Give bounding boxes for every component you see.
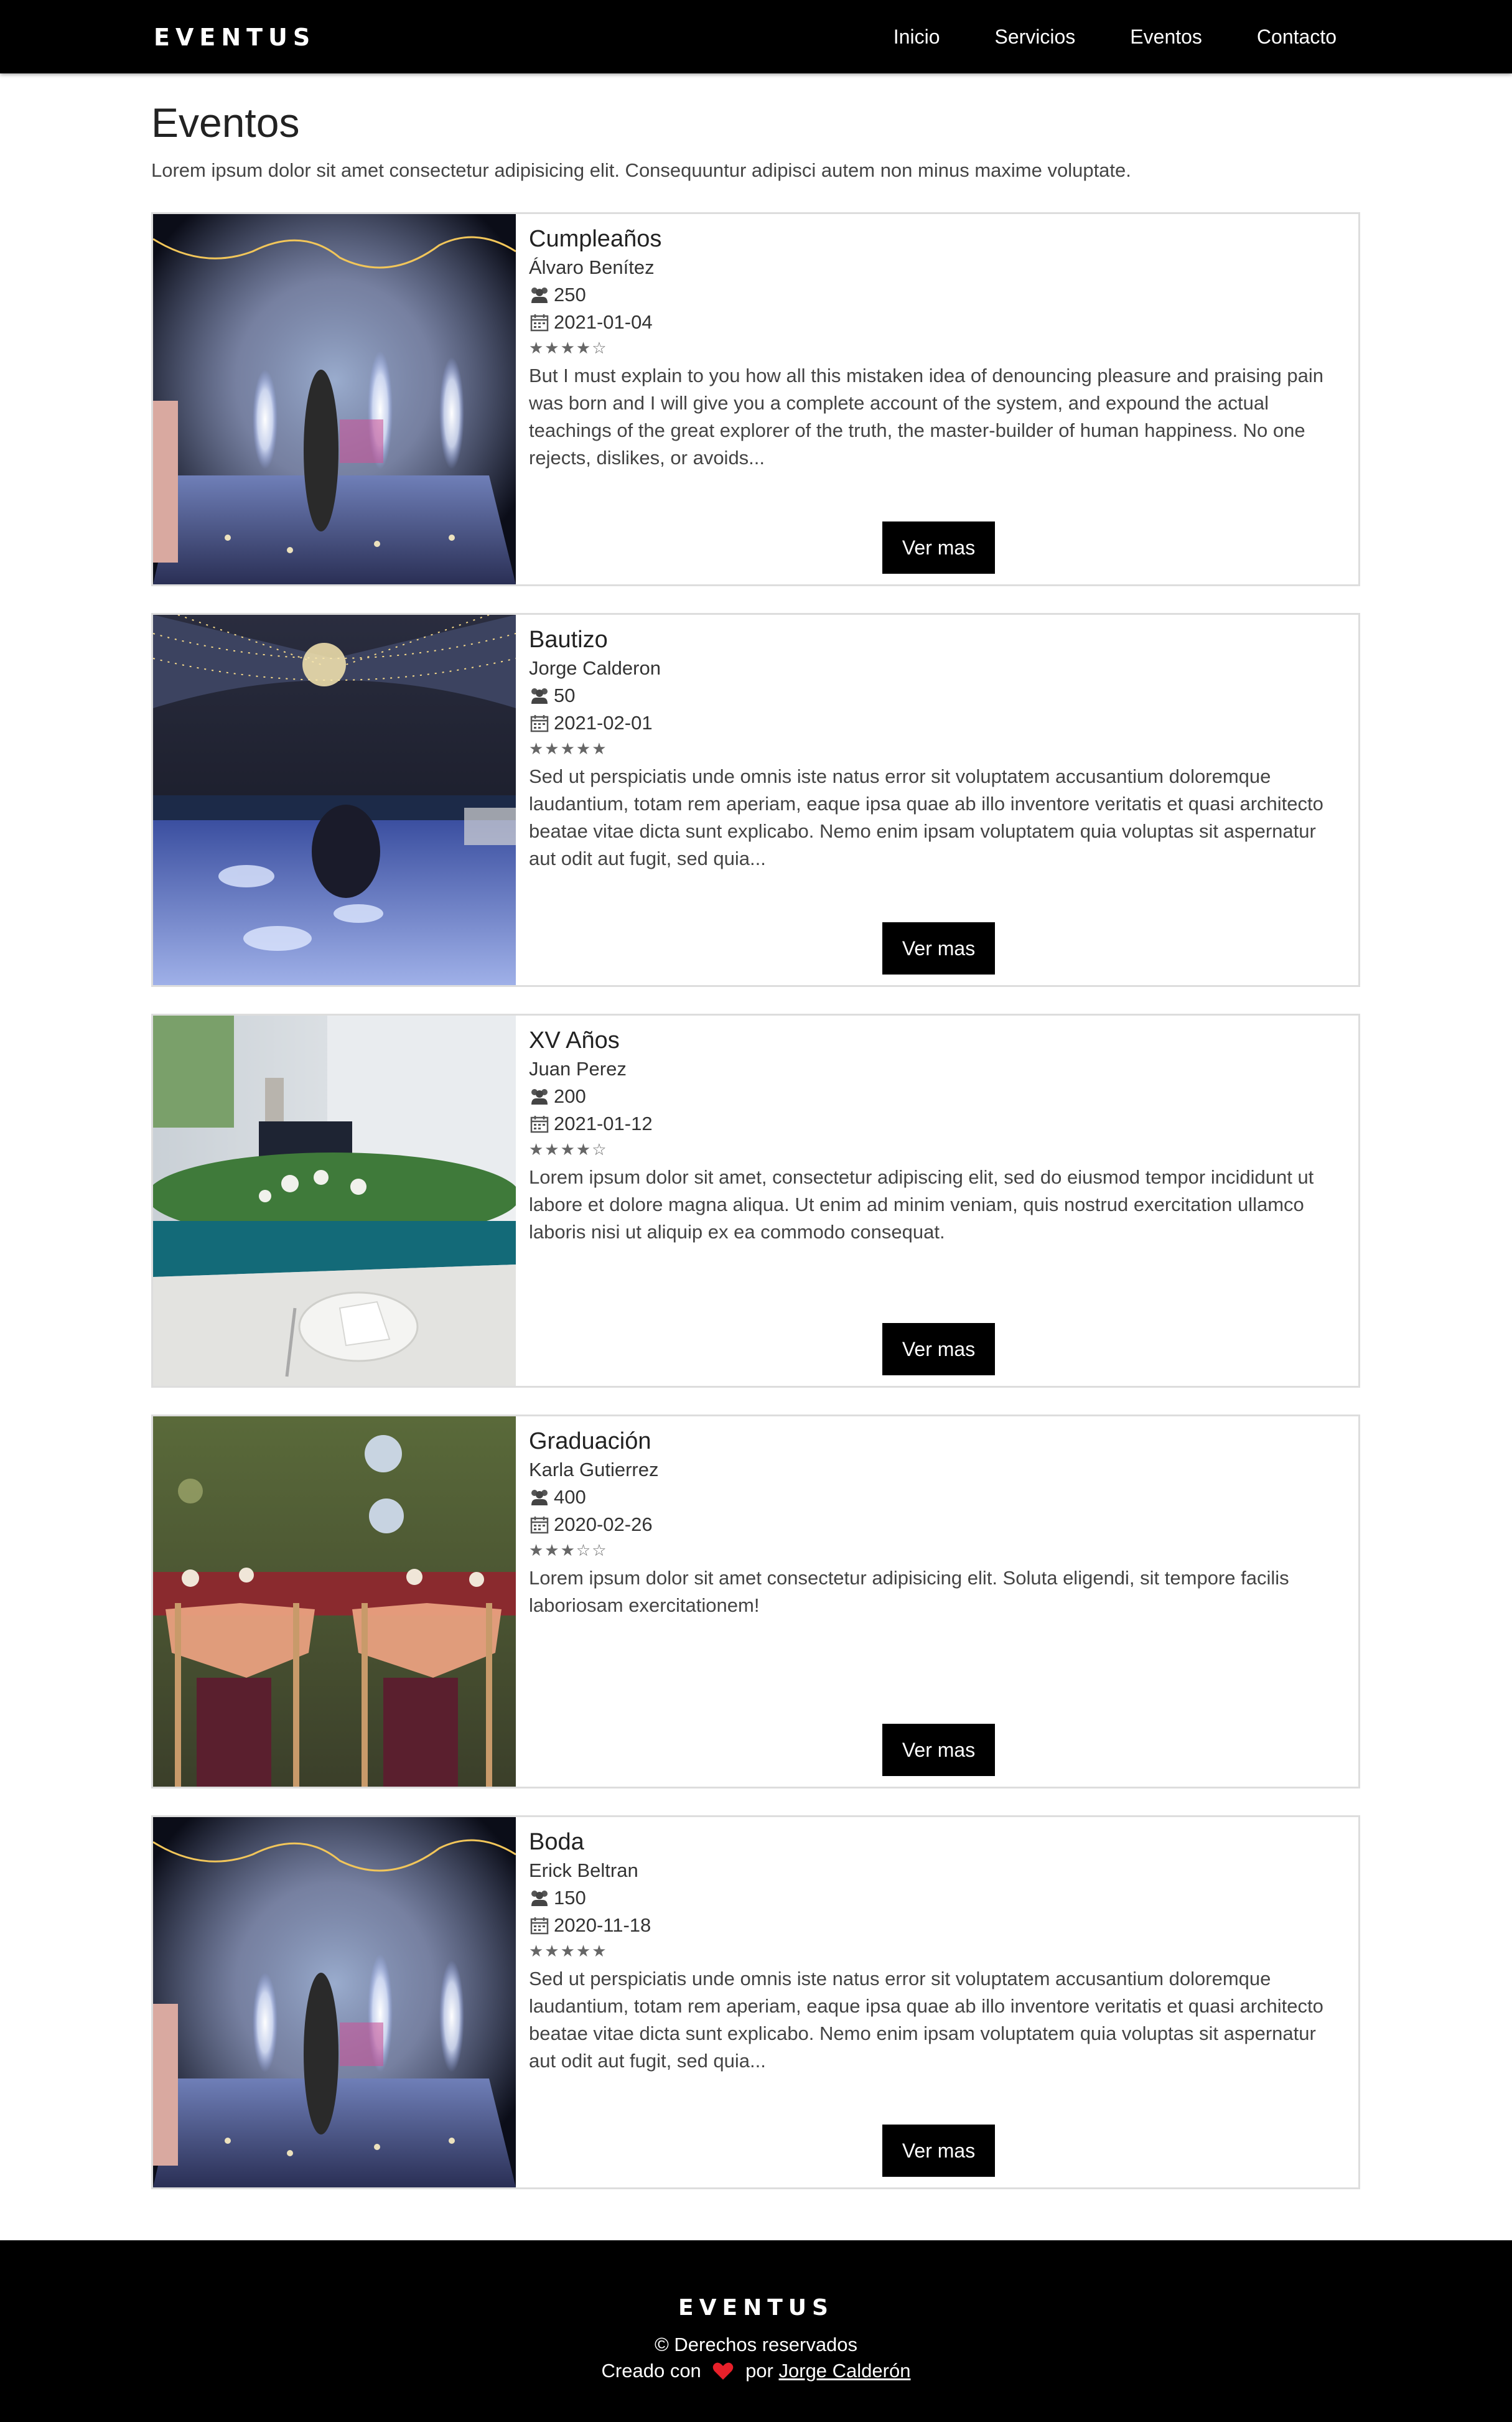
event-author: Álvaro Benítez	[529, 256, 655, 278]
footer: EVENTUS © Derechos reservados Creado con…	[0, 2240, 1512, 2422]
event-guests: 150	[529, 1884, 1344, 1912]
footer-brand-logo: EVENTUS	[678, 2295, 834, 2321]
event-title: Boda	[529, 1829, 584, 1855]
event-title: Graduación	[529, 1428, 651, 1454]
event-description: Lorem ipsum dolor sit amet, consectetur …	[529, 1166, 1314, 1243]
footer-created-with: Creado con	[601, 2360, 701, 2382]
brand-logo[interactable]: EVENTUS	[154, 24, 315, 51]
footer-credit: Creado con por Jorge Calderón	[0, 2359, 1512, 2383]
event-details: Graduación Karla Gutierrez 400 2020-02-2…	[529, 1426, 1344, 1619]
event-date: 2020-02-26	[529, 1511, 1344, 1538]
event-guests-count: 400	[554, 1486, 586, 1508]
event-description: Sed ut perspiciatis unde omnis iste natu…	[529, 765, 1323, 869]
event-guests: 400	[529, 1484, 1344, 1511]
event-photo	[153, 214, 516, 584]
event-date: 2021-01-12	[529, 1110, 1344, 1138]
ver-mas-button[interactable]: Ver mas	[882, 1724, 995, 1776]
event-title: XV Años	[529, 1027, 620, 1054]
footer-by: por	[745, 2360, 773, 2382]
rating-stars: ★★★★★	[529, 740, 608, 759]
event-guests: 200	[529, 1083, 1344, 1110]
event-author: Karla Gutierrez	[529, 1459, 659, 1480]
users-icon	[531, 1490, 548, 1505]
ver-mas-button[interactable]: Ver mas	[882, 521, 995, 574]
event-details: Bautizo Jorge Calderon 50 2021-02-01 ★★★…	[529, 625, 1344, 872]
event-description: But I must explain to you how all this m…	[529, 365, 1323, 469]
event-date-value: 2021-02-01	[554, 712, 653, 734]
nav-link-eventos[interactable]: Eventos	[1130, 26, 1202, 49]
users-icon	[531, 1089, 548, 1105]
event-photo	[153, 615, 516, 985]
ver-mas-button[interactable]: Ver mas	[882, 2125, 995, 2177]
event-title: Bautizo	[529, 627, 608, 653]
ver-mas-button[interactable]: Ver mas	[882, 1323, 995, 1375]
event-details: Cumpleaños Álvaro Benítez 250 2021-01-04…	[529, 224, 1344, 472]
calendar-icon	[530, 715, 549, 732]
event-author: Jorge Calderon	[529, 657, 661, 679]
users-icon	[531, 688, 548, 704]
event-details: XV Años Juan Perez 200 2021-01-12 ★★★★☆ …	[529, 1026, 1344, 1246]
event-guests-count: 250	[554, 284, 586, 306]
event-date-value: 2021-01-12	[554, 1113, 653, 1134]
event-photo	[153, 1416, 516, 1787]
navbar: EVENTUS Inicio Servicios Eventos Contact…	[0, 0, 1512, 73]
event-date-value: 2020-02-26	[554, 1513, 653, 1535]
event-date: 2021-01-04	[529, 309, 1344, 336]
event-card: Cumpleaños Álvaro Benítez 250 2021-01-04…	[151, 212, 1360, 586]
rating-stars: ★★★★☆	[529, 339, 608, 358]
event-date: 2021-02-01	[529, 709, 1344, 737]
footer-rights: © Derechos reservados	[654, 2334, 858, 2355]
event-description: Lorem ipsum dolor sit amet consectetur a…	[529, 1567, 1289, 1616]
rating-stars: ★★★☆☆	[529, 1541, 608, 1560]
intro-text: Lorem ipsum dolor sit amet consectetur a…	[151, 159, 1131, 181]
event-title: Cumpleaños	[529, 226, 662, 252]
event-card: XV Años Juan Perez 200 2021-01-12 ★★★★☆ …	[151, 1014, 1360, 1388]
event-author: Erick Beltran	[529, 1859, 638, 1881]
ver-mas-button[interactable]: Ver mas	[882, 922, 995, 975]
event-details: Boda Erick Beltran 150 2020-11-18 ★★★★★ …	[529, 1827, 1344, 2075]
footer-author-link[interactable]: Jorge Calderón	[779, 2360, 911, 2382]
event-date: 2020-11-18	[529, 1912, 1344, 1939]
users-icon	[531, 288, 548, 303]
users-icon	[531, 1891, 548, 1906]
calendar-icon	[530, 1517, 549, 1534]
rating-stars: ★★★★☆	[529, 1141, 608, 1159]
nav-link-contacto[interactable]: Contacto	[1257, 26, 1337, 49]
event-card: Boda Erick Beltran 150 2020-11-18 ★★★★★ …	[151, 1815, 1360, 2189]
nav-links: Inicio Servicios Eventos Contacto	[894, 0, 1337, 73]
event-photo	[153, 1016, 516, 1386]
event-date-value: 2020-11-18	[554, 1914, 651, 1936]
event-guests-count: 50	[554, 685, 576, 706]
event-photo	[153, 1817, 516, 2187]
event-guests: 250	[529, 281, 1344, 309]
rating-stars: ★★★★★	[529, 1942, 608, 1961]
event-card: Bautizo Jorge Calderon 50 2021-02-01 ★★★…	[151, 613, 1360, 987]
event-card: Graduación Karla Gutierrez 400 2020-02-2…	[151, 1414, 1360, 1788]
heart-icon	[713, 2362, 734, 2380]
nav-link-servicios[interactable]: Servicios	[994, 26, 1075, 49]
event-guests-count: 200	[554, 1085, 586, 1107]
nav-link-inicio[interactable]: Inicio	[894, 26, 940, 49]
page-title: Eventos	[151, 100, 300, 146]
event-guests: 50	[529, 682, 1344, 709]
event-description: Sed ut perspiciatis unde omnis iste natu…	[529, 1968, 1323, 2072]
calendar-icon	[530, 1917, 549, 1935]
calendar-icon	[530, 1116, 549, 1133]
event-author: Juan Perez	[529, 1058, 627, 1080]
event-guests-count: 150	[554, 1887, 586, 1909]
event-date-value: 2021-01-04	[554, 311, 653, 333]
calendar-icon	[530, 314, 549, 332]
